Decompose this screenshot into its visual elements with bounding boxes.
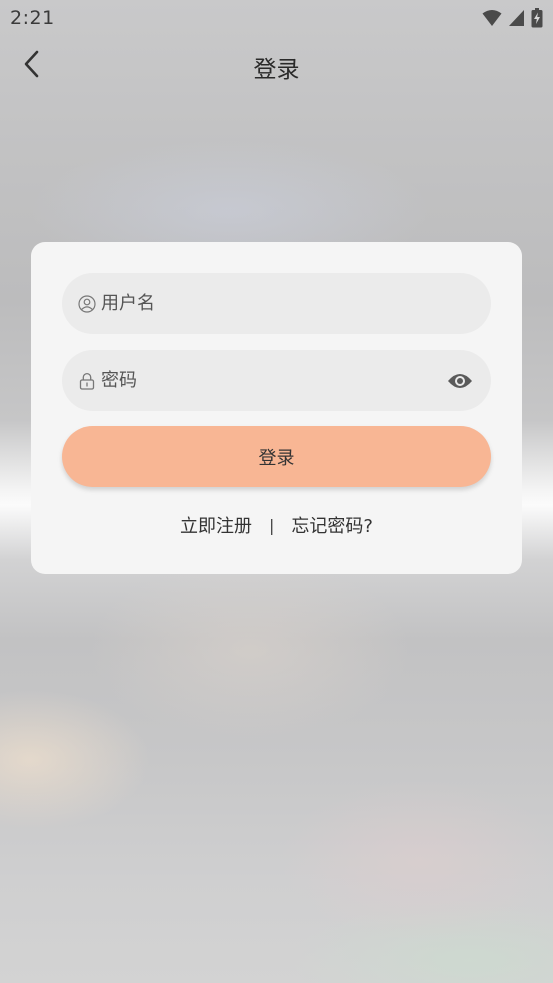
eye-icon[interactable]	[447, 368, 473, 394]
status-bar: 2:21	[0, 0, 553, 36]
username-input[interactable]	[101, 293, 421, 314]
signal-icon	[508, 9, 525, 27]
link-separator: |	[269, 515, 275, 535]
battery-charging-icon	[531, 8, 543, 28]
user-circle-icon	[78, 294, 96, 313]
forgot-password-link[interactable]: 忘记密码?	[291, 512, 373, 538]
username-field[interactable]	[62, 273, 491, 334]
page-title: 登录	[253, 57, 300, 83]
lock-icon	[78, 372, 96, 390]
wifi-icon	[482, 9, 502, 27]
app-bar: 登录	[0, 36, 553, 96]
login-card: 登录 立即注册 | 忘记密码?	[31, 242, 522, 574]
password-input[interactable]	[101, 370, 421, 391]
login-button[interactable]: 登录	[62, 426, 491, 487]
status-icons	[482, 8, 543, 28]
register-link[interactable]: 立即注册	[180, 512, 252, 538]
password-field[interactable]	[62, 350, 491, 411]
status-time: 2:21	[10, 7, 55, 29]
links-row: 立即注册 | 忘记密码?	[31, 512, 522, 538]
